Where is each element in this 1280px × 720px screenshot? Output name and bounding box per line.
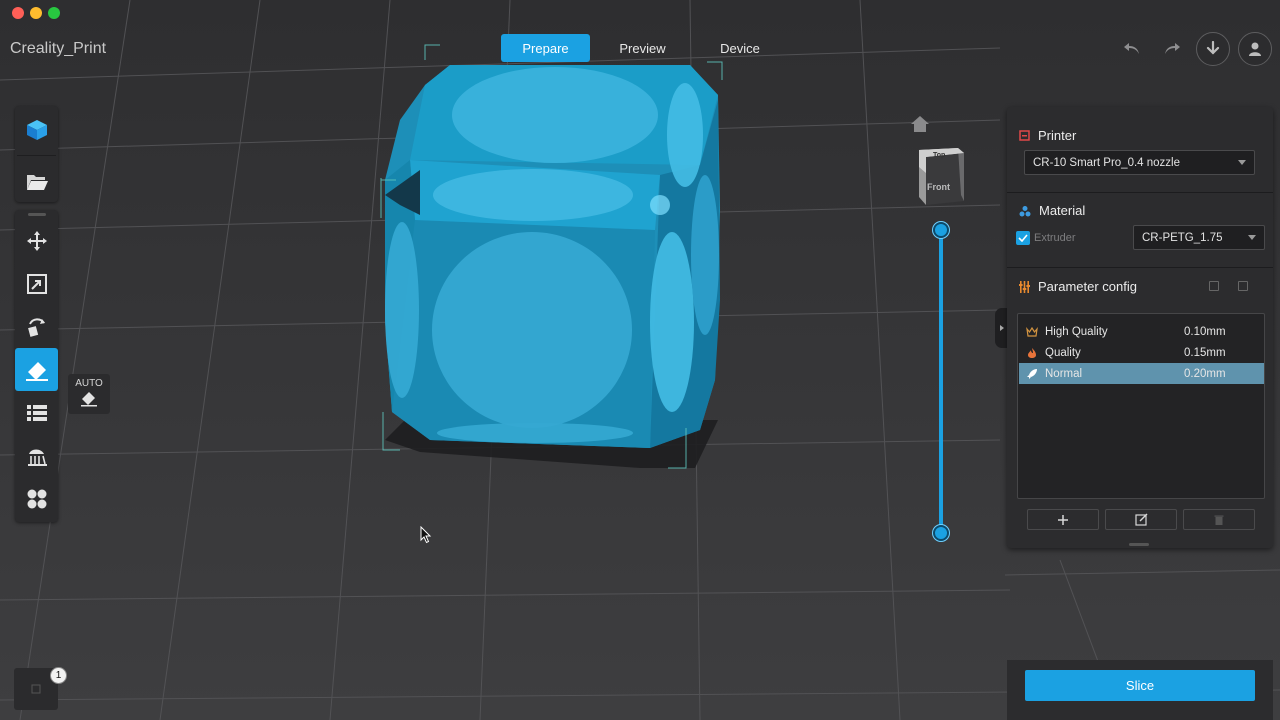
layers-list-icon[interactable] (15, 391, 58, 434)
undo-icon[interactable] (1116, 33, 1148, 65)
rocket-icon (1019, 368, 1045, 380)
mouse-cursor-icon (420, 525, 432, 549)
divider (1007, 267, 1273, 268)
material-select[interactable]: CR-PETG_1.75 (1133, 225, 1265, 250)
view-cube-top-label: Top (933, 152, 946, 159)
printer-icon (1019, 130, 1030, 141)
slice-area: Slice (1007, 660, 1273, 720)
view-cube[interactable]: Top Front (916, 145, 966, 205)
left-toolbar-tools (15, 210, 58, 522)
export-profile-icon[interactable] (1238, 281, 1248, 291)
settings-panel: Printer CR-10 Smart Pro_0.4 nozzle Mater… (1007, 107, 1273, 548)
close-window-button[interactable] (12, 7, 24, 19)
maximize-window-button[interactable] (48, 7, 60, 19)
parameter-config-title: Parameter config (1038, 279, 1137, 294)
toolbar-grip[interactable] (27, 213, 46, 216)
printer-select[interactable]: CR-10 Smart Pro_0.4 nozzle (1024, 150, 1255, 175)
quality-value: 0.10mm (1184, 325, 1226, 338)
chevron-down-icon (1248, 235, 1256, 240)
minimize-window-button[interactable] (30, 7, 42, 19)
quality-name: High Quality (1045, 325, 1108, 338)
panel-resize-grip[interactable] (1129, 543, 1149, 546)
scale-icon[interactable] (15, 262, 58, 305)
material-select-value: CR-PETG_1.75 (1142, 231, 1223, 244)
material-section-title: Material (1019, 203, 1085, 218)
add-profile-button[interactable] (1027, 509, 1099, 530)
plus-icon (1058, 514, 1068, 525)
redo-icon[interactable] (1156, 33, 1188, 65)
top-right-toolbar (1116, 32, 1272, 66)
chevron-down-icon (1238, 160, 1246, 165)
quality-name: Normal (1045, 367, 1083, 380)
quality-row-normal[interactable]: Normal 0.20mm (1019, 363, 1264, 384)
lay-flat-icon[interactable] (15, 348, 58, 391)
delete-profile-button[interactable] (1183, 509, 1255, 530)
edit-icon (1134, 513, 1147, 526)
printer-title: Printer (1038, 128, 1077, 143)
arrange-icon[interactable] (15, 477, 58, 520)
move-icon[interactable] (15, 219, 58, 262)
tab-prepare[interactable]: Prepare (501, 34, 590, 62)
auto-lay-flat-button[interactable]: AUTO (68, 374, 110, 414)
printer-select-value: CR-10 Smart Pro_0.4 nozzle (1033, 156, 1181, 169)
home-view-icon[interactable] (910, 115, 930, 138)
support-icon[interactable] (15, 434, 58, 477)
quality-value: 0.20mm (1184, 367, 1226, 380)
open-folder-icon[interactable] (15, 160, 58, 203)
edit-profile-button[interactable] (1105, 509, 1177, 530)
trash-icon (1214, 515, 1224, 525)
material-icon (1019, 205, 1031, 216)
download-icon[interactable] (1196, 32, 1230, 66)
printer-section-title: Printer (1019, 128, 1076, 143)
model-cube-icon[interactable] (15, 108, 58, 151)
layer-slider-top-handle[interactable] (933, 222, 949, 238)
app-title: Creality_Print (10, 40, 107, 57)
check-icon (1018, 234, 1028, 242)
left-toolbar-top (15, 106, 58, 202)
import-profile-icon[interactable] (1209, 281, 1219, 291)
quality-row-high[interactable]: High Quality 0.10mm (1019, 321, 1264, 342)
material-title: Material (1039, 203, 1086, 218)
view-cube-front-label: Front (927, 182, 950, 192)
rotate-icon[interactable] (15, 305, 58, 348)
extruder-label: Extruder (1034, 232, 1076, 244)
model-cube (385, 65, 720, 448)
tab-preview[interactable]: Preview (590, 34, 695, 62)
crown-icon (1019, 326, 1045, 337)
auto-label: AUTO (75, 378, 103, 389)
parameter-config-section-title: Parameter config (1019, 279, 1137, 294)
quality-name: Quality (1045, 346, 1081, 359)
tab-device[interactable]: Device (695, 34, 785, 62)
layer-slider-track[interactable] (939, 230, 943, 532)
layer-slider-bottom-handle[interactable] (933, 525, 949, 541)
divider (1007, 192, 1273, 193)
quality-profile-list: High Quality 0.10mm Quality 0.15mm Norma… (1017, 313, 1265, 499)
window-titlebar (0, 0, 1280, 26)
object-count-badge: 1 (50, 667, 67, 684)
slice-button[interactable]: Slice (1025, 670, 1255, 701)
quality-row-quality[interactable]: Quality 0.15mm (1019, 342, 1264, 363)
lay-flat-small-icon (81, 392, 97, 407)
user-icon[interactable] (1238, 32, 1272, 66)
extruder-checkbox[interactable] (1016, 231, 1030, 245)
parameter-config-icon (1019, 280, 1030, 293)
flame-icon (1019, 347, 1045, 359)
mode-tabs: Prepare Preview Device (501, 34, 785, 62)
quality-value: 0.15mm (1184, 346, 1226, 359)
